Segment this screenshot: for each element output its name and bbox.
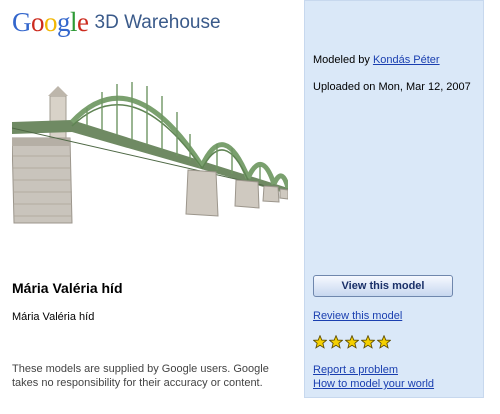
report-problem-link[interactable]: Report a problem [313, 364, 398, 376]
logo-letter: g [57, 7, 71, 37]
disclaimer-text: These models are supplied by Google user… [12, 363, 269, 389]
model-title: Mária Valéria híd [12, 280, 123, 296]
review-model-link[interactable]: Review this model [313, 310, 402, 322]
google-3d-warehouse-logo[interactable]: Google 3D Warehouse [12, 6, 221, 38]
model-info-sidebar: Modeled by Kondás Péter Uploaded on Mon,… [304, 0, 484, 398]
star-icon [329, 335, 343, 349]
modeled-by-label: Modeled by [313, 54, 370, 66]
google-logo: Google [12, 7, 89, 37]
model-preview-image [11, 48, 291, 258]
product-name: 3D Warehouse [94, 12, 221, 33]
model-description: Mária Valéria híd [12, 311, 95, 323]
logo-letter: G [12, 7, 32, 37]
star-icon [313, 335, 327, 349]
how-to-model-link[interactable]: How to model your world [313, 378, 434, 390]
logo-letter: e [77, 7, 89, 37]
star-icon [377, 335, 391, 349]
bridge-model-render [11, 82, 291, 224]
rating-stars [313, 335, 391, 349]
logo-letter: l [70, 7, 78, 37]
author-link[interactable]: Kondás Péter [373, 54, 440, 66]
main-column: Google 3D Warehouse Mária Valéria híd Má… [0, 0, 300, 414]
star-icon [345, 335, 359, 349]
logo-letter: o [44, 7, 58, 37]
star-icon [361, 335, 375, 349]
upload-date: Uploaded on Mon, Mar 12, 2007 [313, 81, 471, 93]
view-model-button[interactable]: View this model [313, 275, 453, 297]
modeled-by: Modeled by Kondás Péter [313, 54, 440, 66]
logo-letter: o [31, 7, 45, 37]
